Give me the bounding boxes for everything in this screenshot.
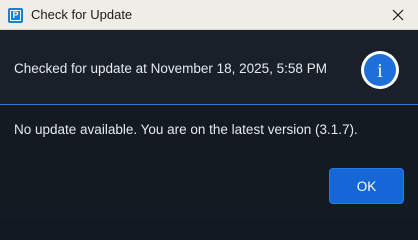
update-dialog: P Check for Update Checked for update at…	[0, 0, 418, 218]
last-checked-text: Checked for update at November 18, 2025,…	[14, 61, 327, 76]
app-icon-letter: P	[10, 10, 21, 21]
info-icon: i	[361, 51, 399, 89]
status-message: No update available. You are on the late…	[14, 122, 358, 137]
window-title: Check for Update	[31, 7, 133, 22]
close-icon	[392, 9, 404, 21]
ok-button[interactable]: OK	[329, 168, 404, 204]
title-bar: P Check for Update	[0, 0, 418, 30]
divider	[0, 104, 418, 105]
close-button[interactable]	[378, 0, 418, 30]
app-icon: P	[8, 8, 23, 23]
info-icon-glyph: i	[377, 60, 383, 82]
